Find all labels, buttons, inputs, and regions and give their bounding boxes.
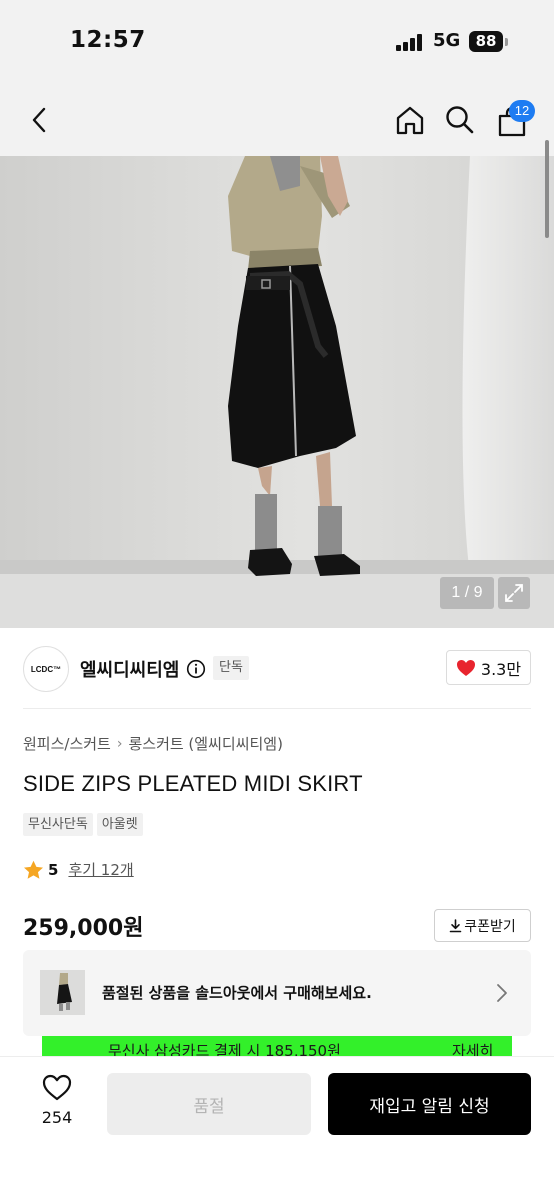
info-icon[interactable] bbox=[186, 659, 206, 679]
heart-filled-icon bbox=[456, 659, 475, 676]
scroll-indicator[interactable] bbox=[545, 140, 549, 238]
product-tag: 무신사단독 bbox=[23, 813, 93, 836]
battery-cap bbox=[505, 38, 508, 46]
status-bar: 12:57 5G 88 bbox=[0, 0, 554, 84]
category-link-1[interactable]: 원피스/스커트 bbox=[23, 733, 111, 754]
category-link-2[interactable]: 롱스커트 (엘씨디씨티엠) bbox=[128, 733, 282, 754]
divider bbox=[23, 708, 531, 709]
download-icon bbox=[449, 918, 462, 932]
restock-alert-button[interactable]: 재입고 알림 신청 bbox=[328, 1073, 531, 1135]
rating-row: 5 후기 12개 bbox=[23, 859, 134, 880]
cart-count-badge: 12 bbox=[509, 100, 535, 122]
network-type: 5G bbox=[433, 30, 461, 51]
image-counter: 1 / 9 bbox=[440, 577, 494, 609]
brand-name[interactable]: 엘씨디씨티엠 bbox=[80, 656, 179, 682]
star-icon bbox=[24, 860, 43, 879]
product-title: SIDE ZIPS PLEATED MIDI SKIRT bbox=[23, 771, 363, 796]
battery-icon: 88 bbox=[469, 31, 503, 52]
top-nav bbox=[0, 84, 554, 156]
chevron-right-icon bbox=[495, 981, 509, 1005]
product-price: 259,000원 bbox=[23, 916, 144, 941]
promo-more-link[interactable]: 자세히 bbox=[452, 1040, 493, 1056]
home-icon[interactable] bbox=[390, 100, 430, 140]
product-tag: 아울렛 bbox=[96, 813, 143, 836]
soldout-button: 품절 bbox=[107, 1073, 311, 1135]
status-time: 12:57 bbox=[70, 27, 146, 53]
soldout-banner[interactable]: 품절된 상품을 솔드아웃에서 구매해보세요. bbox=[23, 950, 531, 1036]
product-image[interactable] bbox=[0, 156, 554, 628]
product-tags: 무신사단독 아울렛 bbox=[23, 813, 143, 836]
rating-score: 5 bbox=[48, 860, 59, 879]
breadcrumb: 원피스/스커트 › 롱스커트 (엘씨디씨티엠) bbox=[23, 733, 283, 754]
coupon-button[interactable]: 쿠폰받기 bbox=[434, 909, 531, 942]
heart-outline-icon[interactable] bbox=[30, 1074, 84, 1105]
soldout-banner-text: 품절된 상품을 솔드아웃에서 구매해보세요. bbox=[102, 984, 372, 1002]
like-count: 3.3만 bbox=[480, 659, 522, 679]
coupon-label: 쿠폰받기 bbox=[464, 918, 516, 935]
wish-count: 254 bbox=[41, 1108, 73, 1127]
promo-text: 무신사 삼성카드 결제 시 185,150원 bbox=[108, 1042, 341, 1056]
back-icon[interactable] bbox=[20, 100, 60, 140]
brand-like-button[interactable]: 3.3만 bbox=[446, 650, 531, 685]
chevron-right-icon: › bbox=[116, 735, 123, 752]
soldout-thumbnail bbox=[40, 970, 85, 1015]
brand-logo[interactable]: LCDC™ bbox=[23, 646, 69, 692]
expand-icon[interactable] bbox=[498, 577, 530, 609]
review-link[interactable]: 후기 12개 bbox=[68, 859, 133, 880]
card-promo-banner[interactable]: 무신사 삼성카드 결제 시 185,150원 자세히 bbox=[42, 1036, 512, 1056]
signal-icon bbox=[396, 33, 424, 51]
exclusive-badge: 단독 bbox=[213, 656, 249, 680]
search-icon[interactable] bbox=[440, 100, 480, 140]
